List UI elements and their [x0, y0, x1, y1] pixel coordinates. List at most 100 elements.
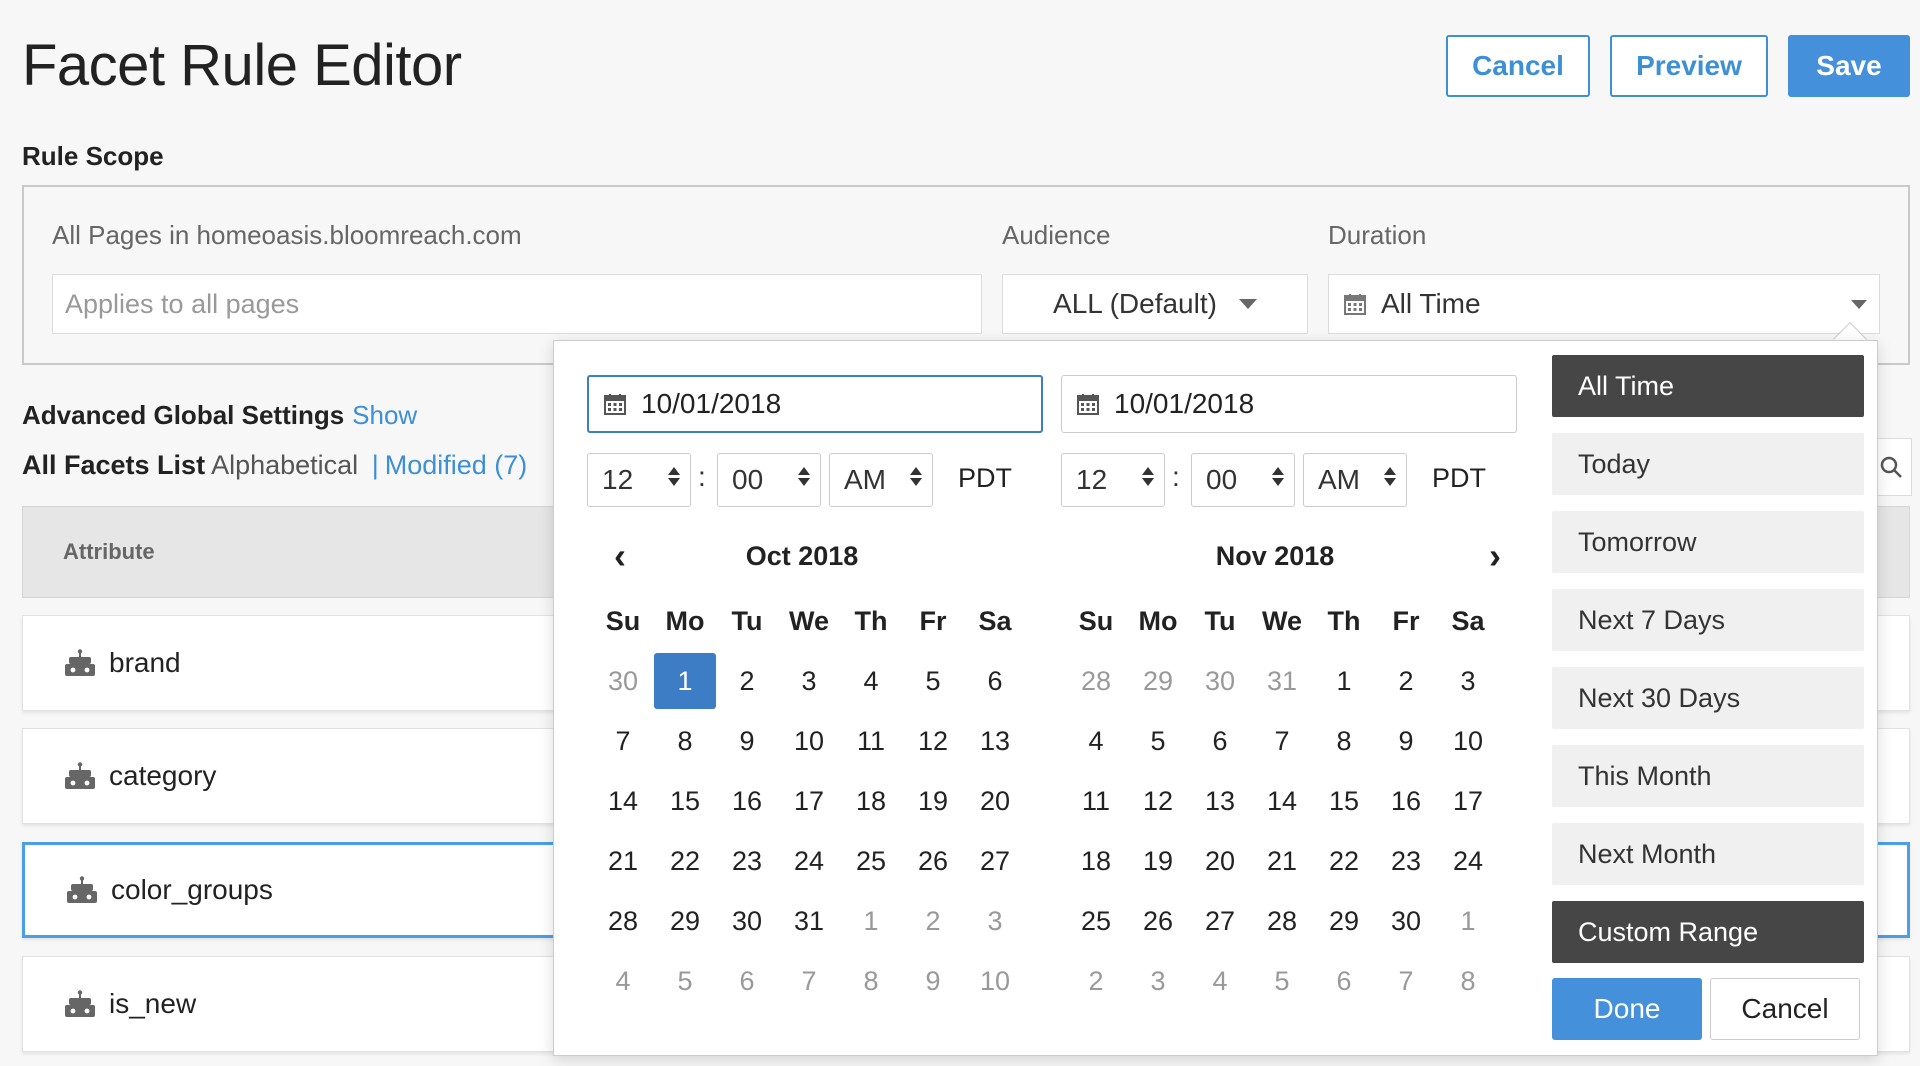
- calendar-day[interactable]: 16: [1375, 773, 1437, 829]
- save-button[interactable]: Save: [1788, 35, 1910, 97]
- calendar-day[interactable]: 2: [1375, 653, 1437, 709]
- calendar-day[interactable]: 30: [716, 893, 778, 949]
- calendar-day[interactable]: 7: [1251, 713, 1313, 769]
- picker-cancel-button[interactable]: Cancel: [1710, 978, 1860, 1040]
- calendar-day[interactable]: 27: [1189, 893, 1251, 949]
- calendar-day[interactable]: 8: [1313, 713, 1375, 769]
- calendar-day[interactable]: 10: [778, 713, 840, 769]
- calendar-day[interactable]: 15: [654, 773, 716, 829]
- calendar-day[interactable]: 22: [1313, 833, 1375, 889]
- range-option[interactable]: All Time: [1552, 355, 1864, 417]
- calendar-day[interactable]: 5: [1251, 953, 1313, 1009]
- calendar-day[interactable]: 20: [1189, 833, 1251, 889]
- calendar-day[interactable]: 8: [1437, 953, 1499, 1009]
- end-hour-stepper[interactable]: 12: [1061, 453, 1165, 507]
- calendar-day[interactable]: 28: [1065, 653, 1127, 709]
- sort-modified-link[interactable]: Modified (7): [385, 450, 528, 480]
- calendar-day[interactable]: 7: [778, 953, 840, 1009]
- calendar-day[interactable]: 23: [1375, 833, 1437, 889]
- start-minute-stepper[interactable]: 00: [717, 453, 821, 507]
- done-button[interactable]: Done: [1552, 978, 1702, 1040]
- calendar-day[interactable]: 6: [1189, 713, 1251, 769]
- calendar-day[interactable]: 3: [778, 653, 840, 709]
- calendar-day[interactable]: 3: [1127, 953, 1189, 1009]
- preview-button[interactable]: Preview: [1610, 35, 1768, 97]
- start-ampm-select[interactable]: AM: [829, 453, 933, 507]
- calendar-day[interactable]: 6: [964, 653, 1026, 709]
- calendar-day[interactable]: 21: [1251, 833, 1313, 889]
- calendar-day[interactable]: 19: [902, 773, 964, 829]
- range-option[interactable]: Next 30 Days: [1552, 667, 1864, 729]
- calendar-day[interactable]: 9: [902, 953, 964, 1009]
- calendar-day[interactable]: 24: [1437, 833, 1499, 889]
- calendar-day[interactable]: 2: [716, 653, 778, 709]
- range-option[interactable]: Today: [1552, 433, 1864, 495]
- calendar-day[interactable]: 11: [1065, 773, 1127, 829]
- calendar-day[interactable]: 31: [778, 893, 840, 949]
- audience-select[interactable]: ALL (Default): [1002, 274, 1308, 334]
- calendar-day[interactable]: 28: [592, 893, 654, 949]
- calendar-day[interactable]: 4: [592, 953, 654, 1009]
- calendar-day[interactable]: 28: [1251, 893, 1313, 949]
- calendar-day[interactable]: 27: [964, 833, 1026, 889]
- calendar-day[interactable]: 7: [592, 713, 654, 769]
- calendar-day[interactable]: 5: [902, 653, 964, 709]
- calendar-day[interactable]: 10: [1437, 713, 1499, 769]
- calendar-day[interactable]: 1: [1313, 653, 1375, 709]
- chevron-right-icon[interactable]: ›: [1489, 531, 1501, 581]
- start-date-input[interactable]: 10/01/2018: [587, 375, 1043, 433]
- calendar-day[interactable]: 22: [654, 833, 716, 889]
- range-option[interactable]: Tomorrow: [1552, 511, 1864, 573]
- end-minute-stepper[interactable]: 00: [1191, 453, 1295, 507]
- range-option[interactable]: Next 7 Days: [1552, 589, 1864, 651]
- calendar-day[interactable]: 1: [1437, 893, 1499, 949]
- calendar-day[interactable]: 9: [716, 713, 778, 769]
- calendar-day[interactable]: 26: [1127, 893, 1189, 949]
- calendar-day[interactable]: 16: [716, 773, 778, 829]
- calendar-day[interactable]: 4: [1189, 953, 1251, 1009]
- calendar-day[interactable]: 30: [1189, 653, 1251, 709]
- calendar-day[interactable]: 30: [1375, 893, 1437, 949]
- calendar-day[interactable]: 25: [1065, 893, 1127, 949]
- calendar-day[interactable]: 23: [716, 833, 778, 889]
- calendar-day[interactable]: 24: [778, 833, 840, 889]
- calendar-day[interactable]: 18: [840, 773, 902, 829]
- calendar-day[interactable]: 26: [902, 833, 964, 889]
- sort-alphabetical-link[interactable]: Alphabetical: [211, 450, 358, 480]
- calendar-day[interactable]: 5: [654, 953, 716, 1009]
- calendar-day[interactable]: 1: [654, 653, 716, 709]
- calendar-day[interactable]: 11: [840, 713, 902, 769]
- calendar-day[interactable]: 12: [1127, 773, 1189, 829]
- calendar-day[interactable]: 2: [902, 893, 964, 949]
- calendar-day[interactable]: 29: [1127, 653, 1189, 709]
- calendar-day[interactable]: 4: [1065, 713, 1127, 769]
- chevron-left-icon[interactable]: ‹: [614, 531, 626, 581]
- calendar-day[interactable]: 30: [592, 653, 654, 709]
- calendar-day[interactable]: 9: [1375, 713, 1437, 769]
- calendar-day[interactable]: 12: [902, 713, 964, 769]
- start-hour-stepper[interactable]: 12: [587, 453, 691, 507]
- calendar-day[interactable]: 15: [1313, 773, 1375, 829]
- calendar-day[interactable]: 29: [654, 893, 716, 949]
- calendar-day[interactable]: 3: [1437, 653, 1499, 709]
- calendar-day[interactable]: 20: [964, 773, 1026, 829]
- calendar-day[interactable]: 3: [964, 893, 1026, 949]
- calendar-day[interactable]: 29: [1313, 893, 1375, 949]
- calendar-day[interactable]: 2: [1065, 953, 1127, 1009]
- calendar-day[interactable]: 1: [840, 893, 902, 949]
- range-option[interactable]: Next Month: [1552, 823, 1864, 885]
- calendar-day[interactable]: 21: [592, 833, 654, 889]
- calendar-day[interactable]: 14: [1251, 773, 1313, 829]
- calendar-day[interactable]: 13: [964, 713, 1026, 769]
- range-option[interactable]: Custom Range: [1552, 901, 1864, 963]
- duration-select[interactable]: All Time: [1328, 274, 1880, 334]
- calendar-day[interactable]: 8: [654, 713, 716, 769]
- calendar-day[interactable]: 4: [840, 653, 902, 709]
- calendar-day[interactable]: 7: [1375, 953, 1437, 1009]
- calendar-day[interactable]: 5: [1127, 713, 1189, 769]
- calendar-day[interactable]: 25: [840, 833, 902, 889]
- calendar-day[interactable]: 6: [716, 953, 778, 1009]
- calendar-day[interactable]: 10: [964, 953, 1026, 1009]
- range-option[interactable]: This Month: [1552, 745, 1864, 807]
- calendar-day[interactable]: 31: [1251, 653, 1313, 709]
